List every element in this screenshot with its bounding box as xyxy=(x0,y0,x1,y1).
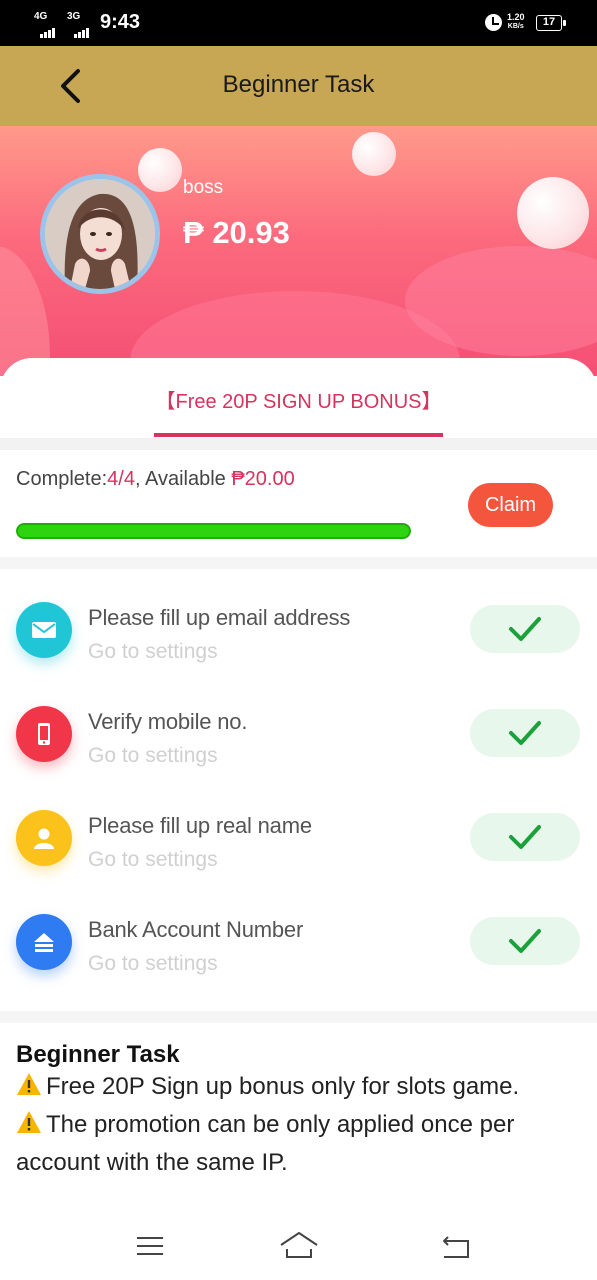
return-icon xyxy=(443,1236,469,1258)
divider xyxy=(0,1011,597,1023)
complete-value: 4/4 xyxy=(107,468,135,490)
complete-label: Complete: xyxy=(16,468,108,490)
signal-bars-icon xyxy=(40,20,56,38)
system-nav-bar xyxy=(0,1213,597,1280)
network-speed-unit: KB/s xyxy=(507,23,524,30)
task-subtitle[interactable]: Go to settings xyxy=(88,848,218,872)
clock: 9:43 xyxy=(100,11,141,33)
warning-icon xyxy=(17,1111,41,1133)
user-icon xyxy=(16,810,72,866)
status-bar: 4G 3G 9:43 1.20 KB/s 17 xyxy=(0,0,597,46)
task-item-real-name[interactable]: Please fill up real name Go to settings xyxy=(0,777,597,881)
top-nav-bar: Beginner Task xyxy=(0,46,597,126)
task-item-mobile[interactable]: Verify mobile no. Go to settings xyxy=(0,673,597,777)
network-speed: 1.20 KB/s xyxy=(507,13,525,31)
email-icon xyxy=(16,602,72,658)
task-subtitle[interactable]: Go to settings xyxy=(88,640,218,664)
alarm-icon xyxy=(485,14,502,31)
page-title: Beginner Task xyxy=(222,71,375,98)
currency-symbol: ₱ xyxy=(183,215,204,250)
task-notes: Beginner Task Free 20P Sign up bonus onl… xyxy=(0,1023,597,1213)
task-subtitle[interactable]: Go to settings xyxy=(88,744,218,768)
avatar-image xyxy=(45,179,155,289)
notes-title: Beginner Task xyxy=(16,1041,180,1068)
claim-button[interactable]: Claim xyxy=(468,483,553,527)
task-complete-badge xyxy=(470,709,580,757)
task-title: Verify mobile no. xyxy=(88,709,248,734)
check-icon xyxy=(509,929,541,953)
back-nav-button[interactable] xyxy=(436,1229,476,1263)
home-button[interactable] xyxy=(279,1229,319,1263)
divider xyxy=(0,557,597,569)
username: boss xyxy=(183,177,224,198)
note-line: Free 20P Sign up bonus only for slots ga… xyxy=(16,1068,576,1106)
check-icon xyxy=(509,617,541,641)
decorative-blob xyxy=(0,246,50,376)
task-complete-badge xyxy=(470,605,580,653)
tab-signup-bonus[interactable]: 【Free 20P SIGN UP BONUS】 xyxy=(0,385,597,414)
note-line: The promotion can be only applied once p… xyxy=(16,1106,576,1144)
note-text: Free 20P Sign up bonus only for slots ga… xyxy=(46,1073,520,1100)
network-speed-value: 1.20 xyxy=(507,12,525,22)
task-title: Bank Account Number xyxy=(88,917,304,942)
decorative-bubble xyxy=(352,132,396,176)
available-value: ₱20.00 xyxy=(231,468,295,490)
task-list: Please fill up email address Go to setti… xyxy=(0,569,597,1011)
divider xyxy=(0,438,597,450)
tab-active-indicator xyxy=(154,433,443,437)
task-title: Please fill up real name xyxy=(88,813,312,838)
task-title: Please fill up email address xyxy=(88,605,351,630)
warning-icon xyxy=(17,1073,41,1095)
avatar[interactable] xyxy=(40,174,160,294)
decorative-bubble xyxy=(138,148,182,192)
menu-button[interactable] xyxy=(130,1229,170,1263)
bank-card-icon xyxy=(16,914,72,970)
battery-icon: 17 xyxy=(536,15,566,31)
balance: ₱ 20.93 xyxy=(183,215,290,251)
mobile-phone-icon xyxy=(16,706,72,762)
note-text: The promotion can be only applied once p… xyxy=(46,1111,515,1138)
task-complete-badge xyxy=(470,917,580,965)
decorative-bubble xyxy=(517,177,589,249)
progress-section: Complete:4/4, Available ₱20.00 Claim xyxy=(0,450,597,557)
task-complete-badge xyxy=(470,813,580,861)
signal-bars-icon xyxy=(74,20,90,38)
menu-icon xyxy=(137,1237,163,1255)
check-icon xyxy=(509,825,541,849)
task-item-bank-account[interactable]: Bank Account Number Go to settings xyxy=(0,881,597,985)
task-subtitle[interactable]: Go to settings xyxy=(88,952,218,976)
progress-summary: Complete:4/4, Available ₱20.00 xyxy=(16,468,295,491)
note-line: account with the same IP. xyxy=(16,1149,288,1176)
progress-bar-fill xyxy=(16,523,411,539)
balance-value: 20.93 xyxy=(212,215,290,250)
available-label: , Available xyxy=(134,468,232,490)
profile-header: boss ₱ 20.93 xyxy=(0,126,597,376)
progress-bar xyxy=(16,523,411,539)
task-item-email[interactable]: Please fill up email address Go to setti… xyxy=(0,569,597,673)
tab-bar: 【Free 20P SIGN UP BONUS】 xyxy=(0,358,597,438)
check-icon xyxy=(509,721,541,745)
home-icon xyxy=(280,1232,318,1258)
